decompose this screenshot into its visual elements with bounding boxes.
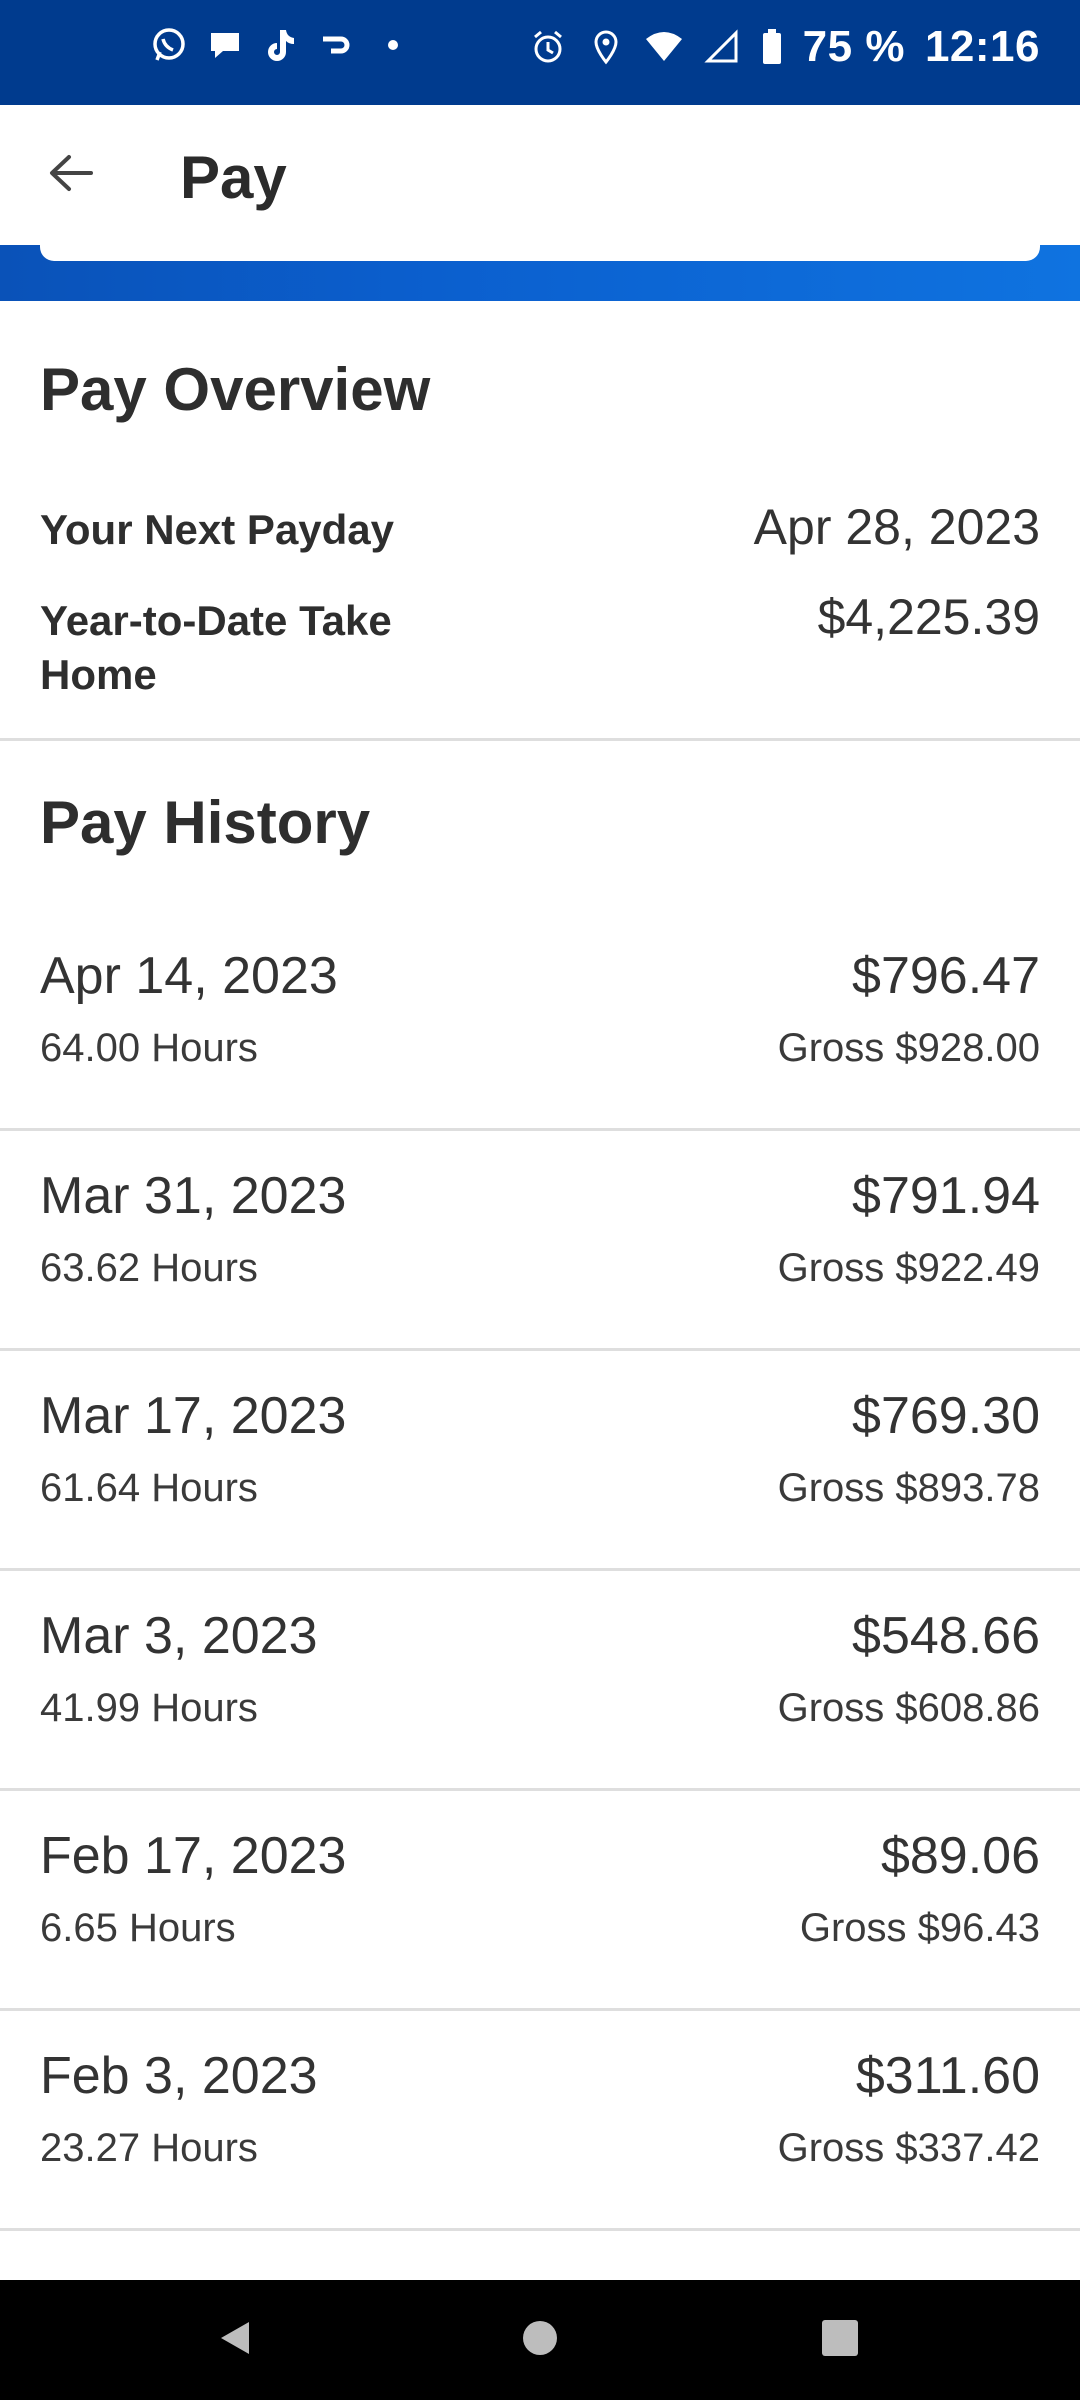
gross-pay: Gross $893.78	[777, 1466, 1040, 1510]
header-banner	[0, 245, 1080, 301]
net-pay: $311.60	[855, 2047, 1040, 2105]
alarm-icon	[529, 28, 567, 66]
history-title: Pay History	[40, 789, 371, 856]
pay-date: Apr 14, 2023	[40, 947, 338, 1005]
pay-history-row[interactable]: Feb 17, 2023 6.65 Hours $89.06 Gross $96…	[0, 1788, 1080, 2011]
net-pay: $791.94	[852, 1167, 1040, 1225]
pay-hours: 6.65 Hours	[40, 1906, 236, 1950]
pay-hours: 61.64 Hours	[40, 1466, 258, 1510]
tiktok-icon	[262, 26, 300, 64]
system-icons: 75 % 12:16	[529, 22, 1040, 72]
pay-date: Mar 31, 2023	[40, 1167, 347, 1225]
net-pay: $796.47	[852, 947, 1040, 1005]
wifi-icon	[645, 28, 683, 66]
gross-pay: Gross $928.00	[777, 1026, 1040, 1070]
triangle-back-icon	[215, 2318, 255, 2363]
pay-date: Mar 17, 2023	[40, 1387, 347, 1445]
next-payday-value: Apr 28, 2023	[753, 499, 1040, 555]
circle-home-icon	[520, 2318, 560, 2363]
page-title: Pay	[180, 144, 287, 211]
pay-date: Feb 3, 2023	[40, 2047, 318, 2105]
pay-history-row[interactable]: Mar 17, 2023 61.64 Hours $769.30 Gross $…	[0, 1348, 1080, 1571]
arrow-left-icon	[47, 153, 93, 198]
ytd-label: Year-to-Date Take Home	[40, 597, 392, 698]
app-bar: Pay	[0, 105, 1080, 245]
pay-hours: 23.27 Hours	[40, 2126, 258, 2170]
net-pay: $548.66	[852, 1607, 1040, 1665]
back-button[interactable]	[40, 145, 100, 205]
pay-hours: 64.00 Hours	[40, 1026, 258, 1070]
battery-icon	[761, 28, 783, 66]
pay-date: Mar 3, 2023	[40, 1607, 318, 1665]
pay-date: Feb 17, 2023	[40, 1827, 347, 1885]
net-pay: $89.06	[880, 1827, 1040, 1885]
pay-history-row[interactable]: Mar 3, 2023 41.99 Hours $548.66 Gross $6…	[0, 1568, 1080, 1791]
signal-icon	[703, 28, 741, 66]
next-payday-label: Your Next Payday	[40, 506, 395, 553]
net-pay: $769.30	[852, 1387, 1040, 1445]
overview-title: Pay Overview	[40, 356, 431, 423]
pay-hours: 41.99 Hours	[40, 1686, 258, 1730]
nav-back-button[interactable]	[205, 2310, 265, 2370]
pay-history-row[interactable]: Feb 3, 2023 23.27 Hours $311.60 Gross $3…	[0, 2008, 1080, 2231]
location-icon	[587, 28, 625, 66]
pay-hours: 63.62 Hours	[40, 1246, 258, 1290]
whatsapp-icon	[150, 26, 188, 64]
system-nav-bar	[0, 2280, 1080, 2400]
gross-pay: Gross $96.43	[799, 1906, 1040, 1950]
dot-icon	[374, 26, 412, 64]
gross-pay: Gross $922.49	[777, 1246, 1040, 1290]
nav-recents-button[interactable]	[810, 2310, 870, 2370]
gross-pay: Gross $337.42	[777, 2126, 1040, 2170]
pay-history-row[interactable]: Apr 14, 2023 64.00 Hours $796.47 Gross $…	[0, 908, 1080, 1131]
square-recents-icon	[820, 2318, 860, 2363]
chat-icon	[206, 26, 244, 64]
clock: 12:16	[924, 22, 1040, 71]
header-card	[40, 245, 1040, 261]
pay-history-row[interactable]: Mar 31, 2023 63.62 Hours $791.94 Gross $…	[0, 1128, 1080, 1351]
section-divider	[0, 738, 1080, 741]
status-bar: 75 % 12:16	[0, 0, 1080, 105]
ytd-value: $4,225.39	[817, 589, 1040, 645]
gross-pay: Gross $608.86	[777, 1686, 1040, 1730]
nav-home-button[interactable]	[510, 2310, 570, 2370]
notification-icons	[150, 26, 412, 64]
hook-icon	[318, 26, 356, 64]
battery-percent: 75 %	[802, 22, 905, 71]
